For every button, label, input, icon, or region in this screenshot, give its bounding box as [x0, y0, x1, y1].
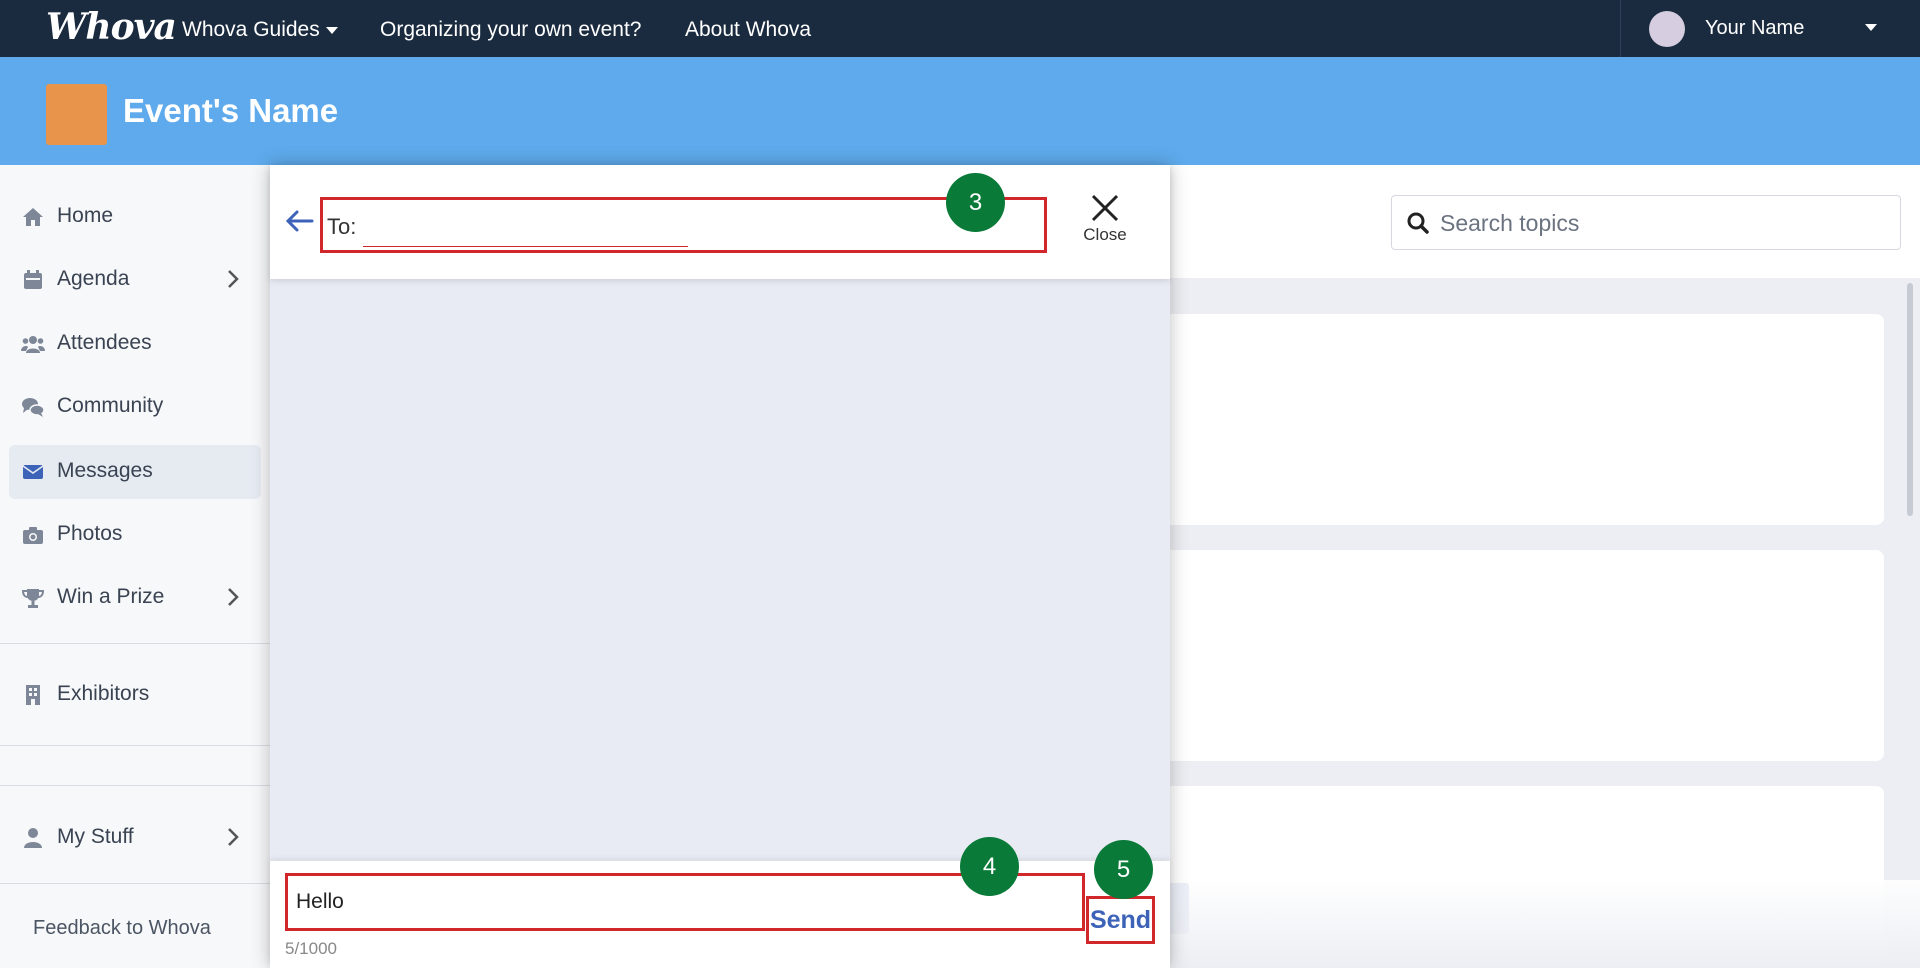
top-navbar: Whova Whova Guides Organizing your own e…: [0, 0, 1920, 57]
search-box[interactable]: [1391, 195, 1901, 250]
sidebar-item-label: Community: [57, 394, 164, 417]
sidebar-item-messages[interactable]: Messages: [9, 445, 261, 499]
chevron-right-icon: [228, 270, 239, 288]
user-menu[interactable]: Your Name: [1620, 0, 1920, 57]
sidebar-item-win-a-prize[interactable]: Win a Prize: [9, 571, 261, 625]
sidebar-item-label: Photos: [57, 522, 123, 545]
camera-icon: [23, 527, 43, 544]
feedback-link[interactable]: Feedback to Whova: [33, 917, 211, 940]
nav-whova-guides[interactable]: Whova Guides: [182, 18, 338, 42]
sidebar-item-label: Home: [57, 204, 114, 227]
recipient-input[interactable]: [363, 208, 1033, 242]
sidebar-divider: [0, 785, 270, 786]
chevron-right-icon: [228, 828, 239, 846]
step-badge-4: 4: [960, 837, 1019, 896]
recipient-field[interactable]: To:: [320, 197, 1047, 253]
sidebar-item-label: My Stuff: [57, 825, 134, 848]
sidebar-item-photos[interactable]: Photos: [9, 508, 261, 562]
sidebar-item-community[interactable]: Community: [9, 380, 261, 434]
sidebar-item-exhibitors[interactable]: Exhibitors: [9, 668, 261, 722]
caret-down-icon: [325, 26, 338, 34]
users-icon: [21, 336, 45, 353]
trophy-icon: [21, 589, 45, 608]
character-count: 5/1000: [285, 939, 337, 958]
envelope-icon: [22, 465, 44, 479]
nav-about-whova[interactable]: About Whova: [685, 18, 811, 42]
sidebar-item-label: Exhibitors: [57, 682, 150, 705]
user-name: Your Name: [1705, 17, 1805, 39]
home-icon: [23, 208, 43, 226]
nav-whova-guides-label: Whova Guides: [182, 18, 320, 41]
close-button[interactable]: Close: [1070, 193, 1140, 253]
sidebar-item-label: Attendees: [57, 331, 152, 354]
chat-icon: [22, 398, 45, 417]
sidebar-item-label: Win a Prize: [57, 585, 165, 608]
sidebar-item-attendees[interactable]: Attendees: [9, 317, 261, 371]
sidebar-item-label: Agenda: [57, 267, 130, 290]
scrollbar-thumb[interactable]: [1907, 283, 1913, 516]
message-input[interactable]: [296, 886, 1056, 918]
message-header: To: Close: [270, 165, 1170, 279]
avatar: [1649, 11, 1685, 47]
search-icon: [1407, 212, 1429, 234]
caret-down-icon: [1865, 24, 1877, 31]
close-label: Close: [1083, 225, 1127, 244]
recipient-underline: [363, 246, 688, 247]
building-icon: [26, 685, 40, 705]
sidebar: Home Agenda Attendees Community Messages…: [0, 165, 270, 968]
sidebar-item-home[interactable]: Home: [9, 190, 261, 244]
nav-organizing-event[interactable]: Organizing your own event?: [380, 18, 642, 42]
event-header: Event's Name: [0, 57, 1920, 165]
calendar-icon: [24, 270, 42, 289]
whova-logo[interactable]: Whova: [46, 6, 177, 48]
search-input[interactable]: [1440, 206, 1880, 240]
back-arrow-icon[interactable]: [284, 208, 314, 234]
compose-area: 5/1000 Send: [270, 861, 1170, 968]
sidebar-divider: [0, 745, 270, 746]
chevron-right-icon: [228, 588, 239, 606]
topic-card[interactable]: [1150, 314, 1884, 525]
to-label: To:: [327, 214, 357, 239]
sidebar-item-agenda[interactable]: Agenda: [9, 253, 261, 307]
send-button[interactable]: Send: [1086, 896, 1155, 944]
sidebar-divider: [0, 643, 270, 644]
sidebar-item-label: Messages: [57, 459, 153, 482]
sidebar-item-my-stuff[interactable]: My Stuff: [9, 811, 261, 865]
new-message-panel: To: Close 5/1000 Send: [270, 165, 1170, 968]
sidebar-divider: [0, 883, 270, 884]
event-name: Event's Name: [123, 92, 339, 129]
step-badge-3: 3: [946, 173, 1005, 232]
topic-card[interactable]: [1150, 550, 1884, 761]
event-logo: [46, 84, 107, 145]
step-badge-5: 5: [1094, 840, 1153, 899]
content-fade-overlay: [1170, 880, 1920, 968]
user-icon: [24, 828, 42, 848]
close-icon: [1091, 194, 1119, 222]
